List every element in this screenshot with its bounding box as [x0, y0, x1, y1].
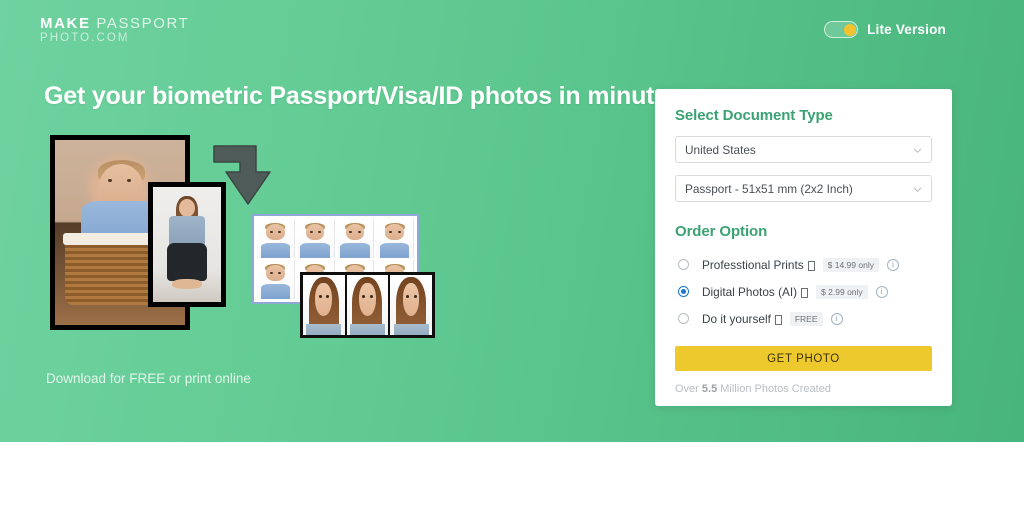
result-sheet-woman	[300, 272, 435, 338]
order-option-digital-photos[interactable]: Digital Photos (AI) $ 2.99 only i	[675, 278, 932, 305]
radio-professional-prints[interactable]	[678, 259, 689, 270]
missing-glyph-icon	[801, 287, 809, 298]
hero-section: MAKE PASSPORT PHOTO.COM Lite Version Get…	[0, 0, 1024, 442]
price-badge: $ 14.99 only	[822, 257, 879, 272]
elbow-arrow-down-icon	[213, 145, 271, 205]
passport-photo-cell	[346, 275, 389, 335]
country-select[interactable]: United States	[675, 136, 932, 163]
order-option-label: Digital Photos (AI)	[702, 284, 798, 299]
page-root: MAKE PASSPORT PHOTO.COM Lite Version Get…	[0, 0, 1024, 506]
document-type-select-value: Passport - 51x51 mm (2x2 Inch)	[685, 181, 853, 196]
select-document-type-heading: Select Document Type	[675, 107, 833, 124]
chevron-down-icon	[913, 148, 922, 154]
passport-photo-cell	[390, 275, 432, 335]
radio-digital-photos[interactable]	[678, 286, 689, 297]
woman-photo-art	[153, 187, 221, 302]
passport-photo-cell	[303, 275, 345, 335]
order-option-label: Do it yourself	[702, 311, 771, 326]
photo-collage	[0, 0, 640, 442]
order-option-professional-prints[interactable]: Professtional Prints $ 14.99 only i	[675, 251, 932, 278]
order-option-heading: Order Option	[675, 223, 768, 240]
lite-version-label: Lite Version	[867, 22, 946, 37]
woman-photo-inner	[153, 187, 221, 302]
woman-feet-shape	[172, 279, 202, 290]
price-badge: FREE	[789, 311, 823, 326]
country-select-value: United States	[685, 142, 756, 157]
woman-shirt-shape	[169, 215, 205, 246]
order-option-list: Professtional Prints $ 14.99 only i Digi…	[675, 251, 932, 332]
radio-do-it-yourself[interactable]	[678, 313, 689, 324]
order-card: Select Document Type United States Passp…	[655, 89, 952, 406]
baby-eye-right	[126, 178, 131, 182]
counter-suffix: Million Photos Created	[717, 383, 831, 395]
toggle-switch[interactable]	[824, 21, 859, 38]
woman-trousers-shape	[166, 243, 208, 282]
passport-photo-cell	[376, 219, 414, 258]
info-icon[interactable]: i	[886, 258, 899, 271]
document-type-select[interactable]: Passport - 51x51 mm (2x2 Inch)	[675, 175, 932, 202]
info-icon[interactable]: i	[830, 312, 843, 325]
price-badge: $ 2.99 only	[816, 284, 868, 299]
photos-created-counter: Over 5.5 Million Photos Created	[675, 383, 932, 395]
counter-prefix: Over	[675, 383, 702, 395]
passport-photo-cell	[336, 219, 375, 258]
get-photo-button[interactable]: GET PHOTO	[675, 346, 932, 371]
passport-photo-cell	[257, 260, 295, 299]
lite-version-toggle[interactable]: Lite Version	[824, 21, 946, 38]
order-option-do-it-yourself[interactable]: Do it yourself FREE i	[675, 305, 932, 332]
passport-photo-cell	[257, 219, 295, 258]
passport-photo-cell	[296, 219, 335, 258]
missing-glyph-icon	[774, 314, 782, 325]
missing-glyph-icon	[807, 260, 815, 271]
chevron-down-icon	[913, 187, 922, 193]
info-icon[interactable]: i	[875, 285, 888, 298]
counter-number: 5.5	[701, 383, 718, 395]
order-option-label: Professtional Prints	[702, 257, 804, 272]
toggle-knob	[843, 23, 856, 36]
woman-head-shape	[178, 198, 196, 217]
